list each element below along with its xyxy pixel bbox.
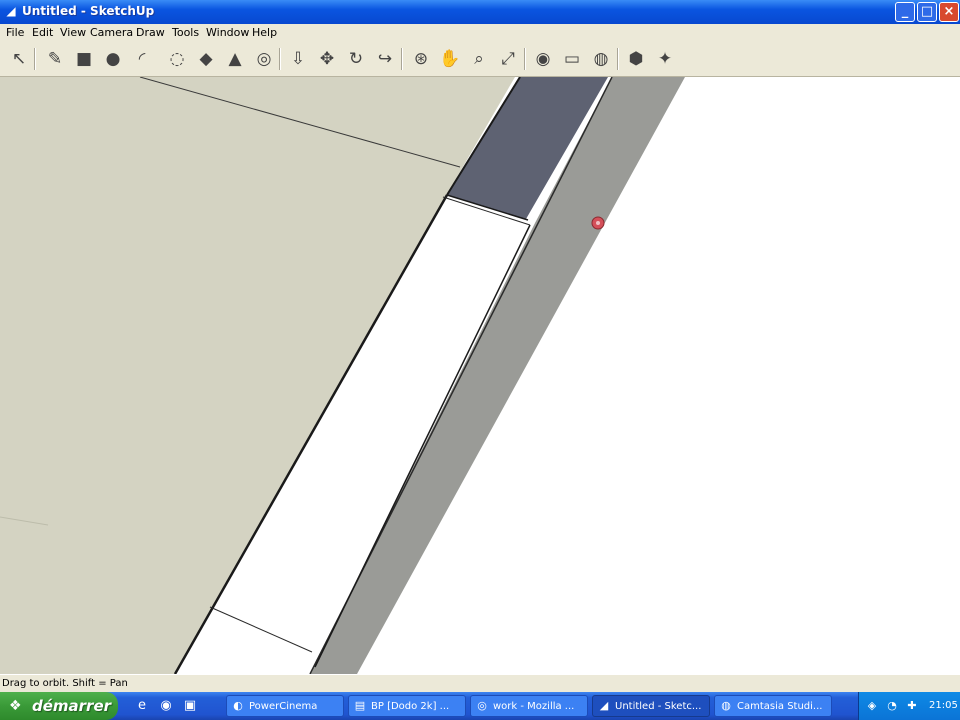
network-tray-icon[interactable]: ◈ — [865, 699, 879, 713]
clock[interactable]: 21:05 — [929, 700, 958, 711]
desktop-quicklaunch-icon[interactable]: ▣ — [182, 698, 198, 714]
ground-plane[interactable] — [0, 77, 515, 674]
sketchup-icon: ◢ — [599, 699, 609, 712]
toolbar-separator — [279, 48, 281, 70]
status-text: Drag to orbit. Shift = Pan — [2, 678, 128, 689]
system-tray: ◈ ◔ ✚ 21:05 — [858, 692, 960, 720]
get-models-icon[interactable]: ◉ — [532, 48, 554, 70]
extension-icon[interactable]: ✦ — [654, 48, 676, 70]
start-label: démarrer — [32, 697, 112, 715]
volume-tray-icon[interactable]: ◔ — [885, 699, 899, 713]
windows-flag-icon: ❖ — [9, 698, 22, 714]
minimize-button[interactable]: _ — [895, 2, 915, 22]
rotate-icon[interactable]: ↻ — [345, 48, 367, 70]
task-camtasia[interactable]: ◍ Camtasia Studi... — [714, 695, 832, 717]
menu-tools[interactable]: Tools — [172, 26, 199, 39]
menu-bar: File Edit View Camera Draw Tools Window … — [0, 24, 960, 42]
menu-view[interactable]: View — [60, 26, 86, 39]
zoom-icon[interactable]: ⌕ — [468, 48, 490, 70]
move-icon[interactable]: ✥ — [316, 48, 338, 70]
task-label: BP [Dodo 2k] ... — [371, 701, 450, 712]
paint-bucket-icon[interactable]: ◎ — [253, 48, 275, 70]
camtasia-icon: ◍ — [721, 699, 731, 712]
toolbar-separator — [524, 48, 526, 70]
title-bar: ◢ Untitled - SketchUp _ □ × — [0, 0, 960, 24]
security-tray-icon[interactable]: ✚ — [905, 699, 919, 713]
powercinema-icon: ◐ — [233, 699, 243, 712]
task-sketchup[interactable]: ◢ Untitled - Sketc... — [592, 695, 710, 717]
offset-icon[interactable]: ◌ — [166, 48, 188, 70]
orbit-icon[interactable]: ⊛ — [410, 48, 432, 70]
component-icon[interactable]: ◍ — [590, 48, 612, 70]
eraser-icon[interactable]: ◆ — [195, 48, 217, 70]
toolbar-separator — [34, 48, 36, 70]
task-label: PowerCinema — [249, 701, 318, 712]
menu-camera[interactable]: Camera — [90, 26, 133, 39]
maximize-button[interactable]: □ — [917, 2, 937, 22]
menu-help[interactable]: Help — [252, 26, 277, 39]
task-powercinema[interactable]: ◐ PowerCinema — [226, 695, 344, 717]
tape-measure-icon[interactable]: ▲ — [224, 48, 246, 70]
circle-icon[interactable]: ● — [102, 48, 124, 70]
share-model-icon[interactable]: ▭ — [561, 48, 583, 70]
toolbar-separator — [401, 48, 403, 70]
ie-quicklaunch-icon[interactable]: e — [134, 698, 150, 714]
menu-window[interactable]: Window — [206, 26, 249, 39]
taskbar: ❖ démarrer e ◉ ▣ ◐ PowerCinema ▤ BP [Dod… — [0, 692, 960, 720]
pencil-line-icon[interactable]: ✎ — [44, 48, 66, 70]
window-title: Untitled - SketchUp — [22, 4, 155, 18]
task-bp-desktop[interactable]: ▤ BP [Dodo 2k] ... — [348, 695, 466, 717]
folder-icon: ▤ — [354, 699, 366, 712]
warehouse-icon[interactable]: ⬢ — [625, 48, 647, 70]
status-bar: Drag to orbit. Shift = Pan — [0, 674, 960, 693]
orbit-cursor-icon — [591, 216, 605, 230]
arc-icon[interactable]: ◜ — [131, 48, 153, 70]
task-label: Camtasia Studi... — [737, 701, 823, 712]
sketchup-icon[interactable]: ◢ — [4, 4, 18, 18]
zoom-extents-icon[interactable]: ⤢ — [497, 48, 519, 70]
bottom-cross-edge — [209, 606, 313, 653]
menu-file[interactable]: File — [6, 26, 24, 39]
toolbar: ↖ ✎ ■ ● ◜ ◌ ◆ ▲ ◎ ⇩ ✥ ↻ ↪ ⊛ ✋ ⌕ ⤢ ◉ ▭ ◍ … — [0, 42, 960, 77]
toolbar-separator — [617, 48, 619, 70]
task-mozilla[interactable]: ◎ work - Mozilla ... — [470, 695, 588, 717]
model-scene[interactable] — [0, 77, 960, 674]
drawing-viewport[interactable] — [0, 77, 960, 674]
task-label: Untitled - Sketc... — [615, 701, 702, 712]
select-arrow-icon[interactable]: ↖ — [8, 48, 30, 70]
start-button[interactable]: ❖ démarrer — [0, 692, 118, 720]
menu-edit[interactable]: Edit — [32, 26, 53, 39]
menu-draw[interactable]: Draw — [136, 26, 165, 39]
task-label: work - Mozilla ... — [493, 701, 575, 712]
follow-me-icon[interactable]: ↪ — [374, 48, 396, 70]
push-pull-icon[interactable]: ⇩ — [287, 48, 309, 70]
close-button[interactable]: × — [939, 2, 959, 22]
mozilla-icon: ◎ — [477, 699, 487, 712]
pan-icon[interactable]: ✋ — [439, 48, 461, 70]
rectangle-icon[interactable]: ■ — [73, 48, 95, 70]
media-quicklaunch-icon[interactable]: ◉ — [158, 698, 174, 714]
